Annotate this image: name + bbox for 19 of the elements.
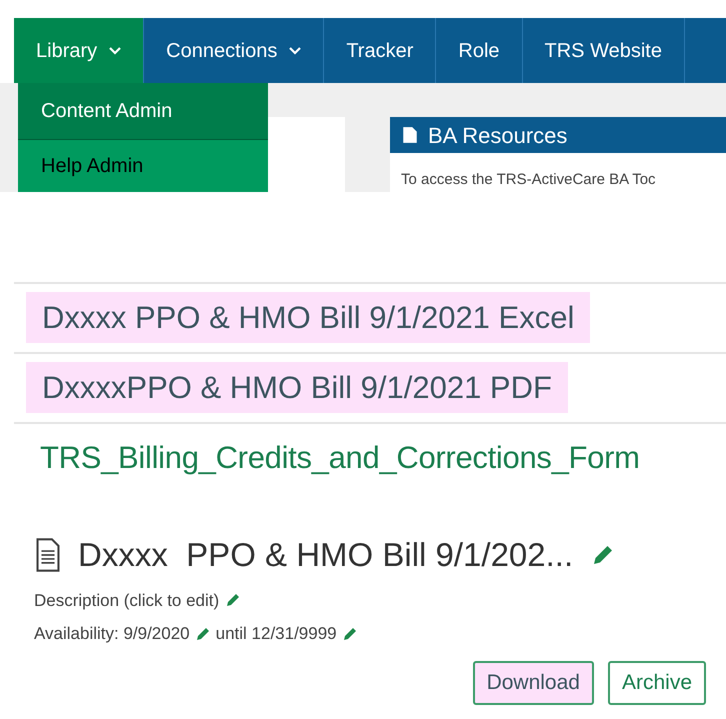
description-text[interactable]: Description (click to edit) (34, 588, 220, 613)
panel-text: To access the TRS-ActiveCare BA Toc (400, 170, 657, 190)
file-link[interactable]: DxxxxPPO & HMO Bill 9/1/2021 PDF (26, 362, 568, 413)
availability-text: Availability: 9/9/2020 (34, 623, 190, 645)
menu-item[interactable]: Content Admin (18, 83, 268, 140)
panel-title: BA Resources (428, 122, 568, 150)
form-link[interactable]: TRS_Billing_Credits_and_Corrections_Form (40, 432, 640, 483)
action-button[interactable]: Archive (608, 660, 706, 704)
document-icon (34, 538, 62, 572)
nav-tab[interactable]: Library (14, 18, 144, 83)
menu-item[interactable]: Help Admin (18, 140, 268, 192)
document-icon (402, 126, 418, 144)
pencil-icon[interactable] (225, 592, 242, 608)
file-link[interactable]: Dxxxx PPO & HMO Bill 9/1/2021 Excel (26, 292, 590, 343)
until-text: until 12/31/9999 (216, 623, 337, 645)
document-title: Dxxxx PPO & HMO Bill 9/1/202... (78, 535, 574, 575)
pencil-icon[interactable] (342, 626, 358, 642)
pencil-icon[interactable] (194, 626, 211, 642)
action-button[interactable]: Download (472, 660, 594, 704)
